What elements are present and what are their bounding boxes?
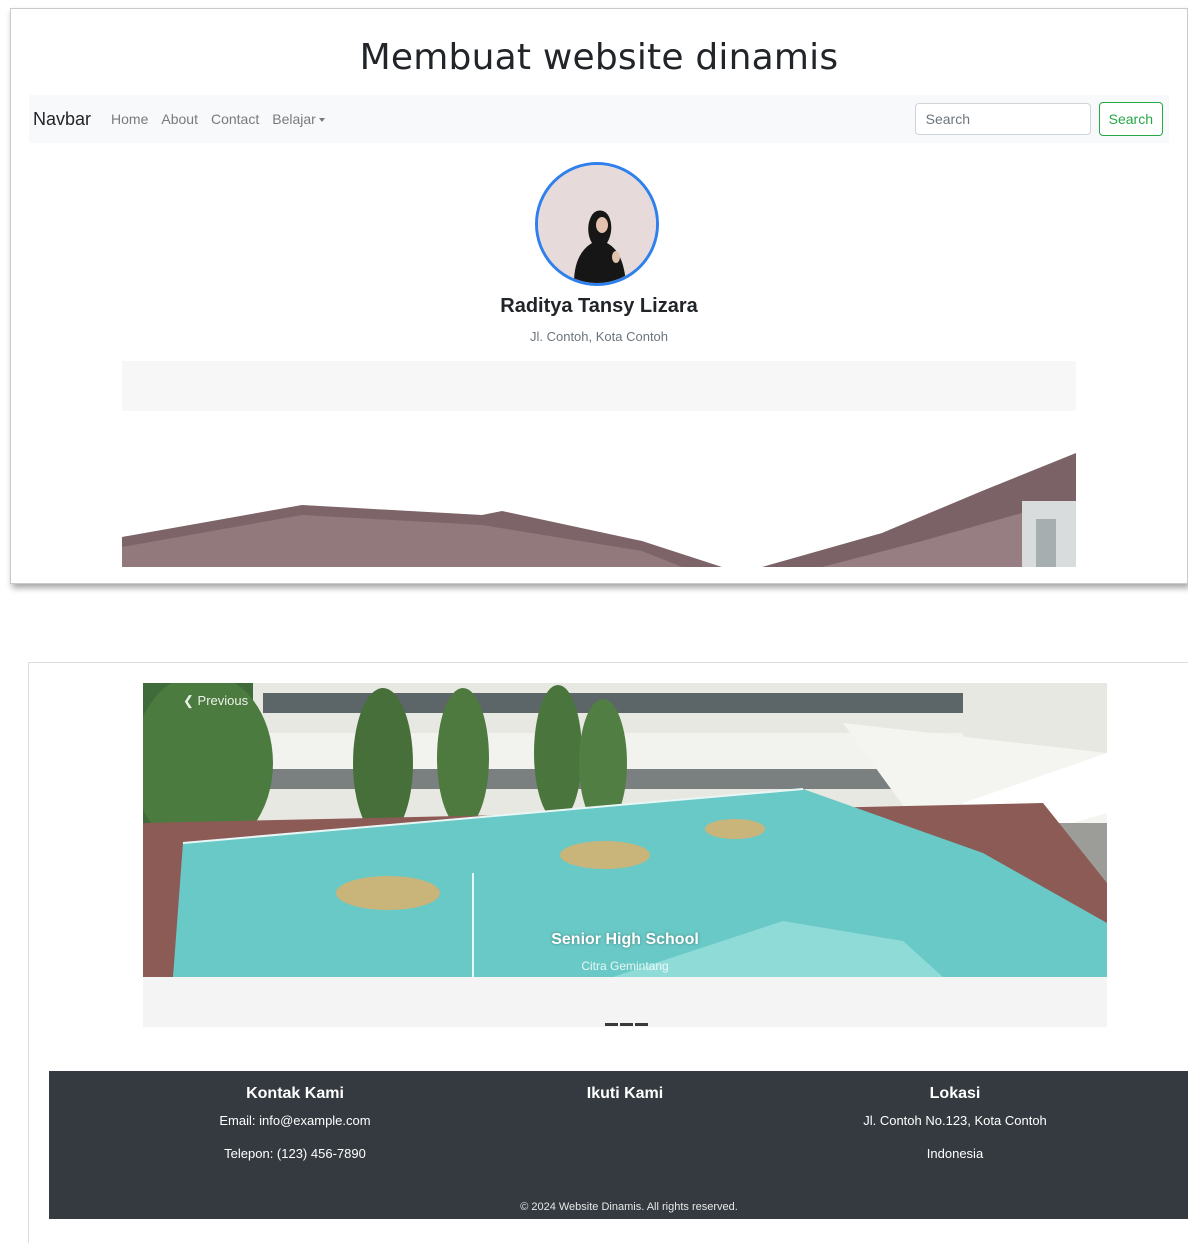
carousel-indicator-1[interactable]	[605, 1023, 618, 1026]
caret-down-icon	[318, 118, 325, 123]
nav-dropdown-belajar[interactable]: Belajar	[272, 111, 325, 127]
footer-location-line1: Jl. Contoh No.123, Kota Contoh	[863, 1113, 1047, 1128]
nav-link-contact[interactable]: Contact	[211, 111, 259, 127]
avatar	[535, 162, 659, 286]
footer-contact-heading: Kontak Kami	[246, 1085, 344, 1102]
carousel-caption-title: Senior High School	[551, 931, 699, 948]
carousel-indicator-2[interactable]	[620, 1023, 633, 1026]
carousel-previous-label: Previous	[197, 693, 249, 708]
footer-email: Email: info@example.com	[219, 1113, 371, 1128]
search-form: Search	[914, 102, 1163, 136]
bottom-screenshot-panel: ❮ Previous Senior High School Citra Gemi…	[28, 662, 1188, 1243]
navbar-brand[interactable]: Navbar	[33, 109, 91, 130]
footer-contact-column: Kontak Kami Email: info@example.com Tele…	[215, 1085, 375, 1179]
nav-link-about[interactable]: About	[161, 111, 198, 127]
carousel-slide-roof-image	[122, 429, 1076, 567]
footer-follow-heading: Ikuti Kami	[586, 1085, 664, 1102]
carousel-caption-subtitle: Citra Gemintang	[581, 959, 669, 973]
carousel-indicator-3[interactable]	[635, 1023, 648, 1026]
nav-link-home[interactable]: Home	[111, 111, 148, 127]
profile-address: Jl. Contoh, Kota Contoh	[529, 329, 669, 344]
carousel-indicators	[605, 1023, 648, 1026]
chevron-left-icon: ❮	[183, 693, 194, 708]
footer-copyright: © 2024 Website Dinamis. All rights reser…	[520, 1201, 738, 1213]
search-button[interactable]: Search	[1098, 102, 1163, 136]
carousel-bottom-band	[143, 977, 1107, 1027]
navbar: Navbar Home About Contact Belajar Search	[29, 95, 1169, 143]
top-screenshot-panel: Membuat website dinamis Navbar Home Abou…	[10, 8, 1188, 584]
carousel-top-band	[122, 361, 1076, 411]
footer-location-heading: Lokasi	[929, 1085, 981, 1102]
footer-phone: Telepon: (123) 456-7890	[224, 1146, 366, 1161]
footer: Kontak Kami Email: info@example.com Tele…	[49, 1071, 1188, 1219]
search-input[interactable]	[914, 103, 1091, 135]
page-title: Membuat website dinamis	[359, 37, 839, 78]
avatar-photo	[538, 165, 656, 283]
footer-location-line2: Indonesia	[926, 1146, 984, 1161]
nav-dropdown-label: Belajar	[272, 111, 316, 127]
footer-follow-column: Ikuti Kami	[545, 1085, 705, 1113]
footer-location-column: Lokasi Jl. Contoh No.123, Kota Contoh In…	[845, 1085, 1065, 1179]
carousel-previous-control[interactable]: ❮ Previous	[183, 693, 248, 709]
profile-name: Raditya Tansy Lizara	[500, 295, 698, 317]
